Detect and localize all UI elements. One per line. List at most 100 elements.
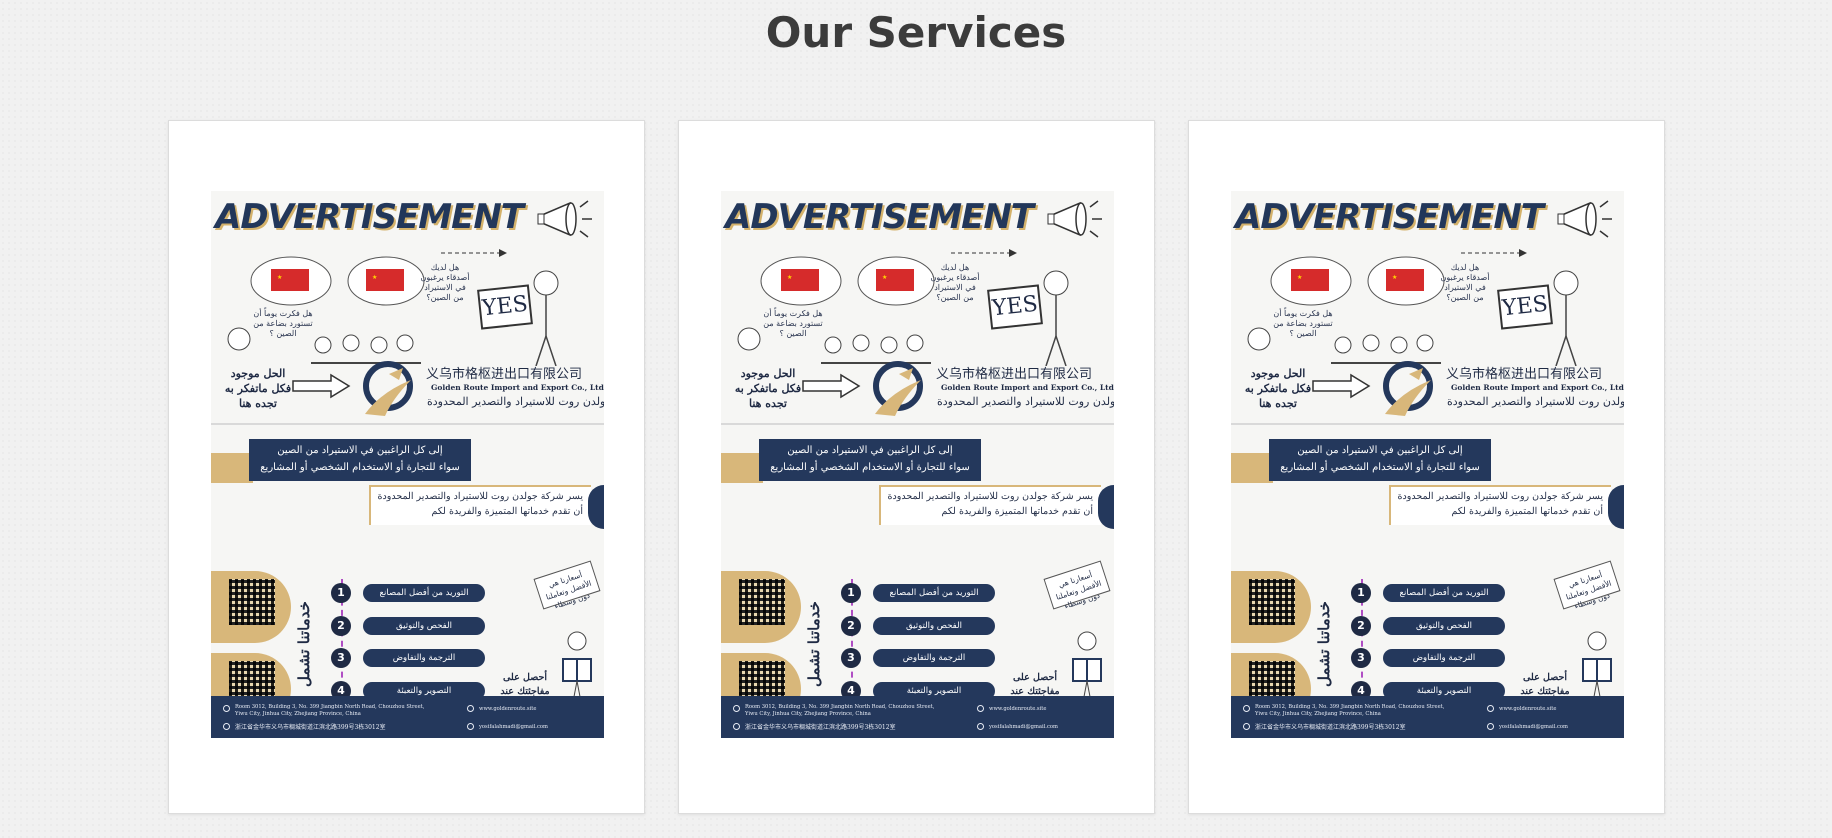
- intro-line-1: يسر شركة جولدن روت للاستيراد والتصدير ال…: [1397, 491, 1603, 502]
- company-logo-icon: [1383, 361, 1433, 416]
- email-icon: [977, 723, 984, 730]
- footer-address: Room 3012, Building 3, No. 399 Jiangbin …: [235, 704, 425, 717]
- qr-code-icon: [229, 579, 275, 625]
- intro-line-2: أن تقدم خدماتها المتميزة والفريدة لكم: [431, 506, 583, 517]
- svg-text:★: ★: [1392, 274, 1397, 281]
- company-name-en: Golden Route Import and Export Co., Ltd.: [941, 383, 1114, 392]
- step-number: 3: [1351, 648, 1371, 668]
- intro-cap: [1608, 485, 1624, 529]
- yes-sign: YES: [477, 284, 533, 330]
- company-logo-icon: [363, 361, 413, 416]
- step-number: 2: [841, 616, 861, 636]
- globe-icon: [467, 705, 474, 712]
- banner-line-1: إلى كل الراغبين في الاستيراد من الصين: [277, 445, 443, 456]
- svg-text:★: ★: [277, 274, 282, 281]
- location-icon: [223, 723, 230, 730]
- gold-band: [721, 453, 763, 483]
- footer-email: yosifalahmadi@gmail.com: [479, 724, 548, 730]
- service-card-3[interactable]: ADVERTISEMENT ★ ★ هل فكرت يوماً أن تستور…: [1188, 120, 1665, 814]
- step-number: 1: [841, 583, 861, 603]
- email-icon: [1487, 723, 1494, 730]
- step-label: الترجمة والتفاوض: [363, 649, 485, 667]
- svg-text:★: ★: [882, 274, 887, 281]
- intro-box: يسر شركة جولدن روت للاستيراد والتصدير ال…: [369, 485, 591, 525]
- intro-banner: إلى كل الراغبين في الاستيراد من الصين سو…: [1269, 439, 1491, 481]
- intro-line-2: أن تقدم خدماتها المتميزة والفريدة لكم: [1451, 506, 1603, 517]
- location-icon: [223, 705, 230, 712]
- arrow-right-icon: [292, 373, 351, 399]
- people-illustration: ★ ★: [1247, 249, 1579, 366]
- qr-panel: [1231, 571, 1311, 643]
- step-number: 1: [1351, 583, 1371, 603]
- intro-box: يسر شركة جولدن روت للاستيراد والتصدير ال…: [1389, 485, 1611, 525]
- megaphone-icon: [1557, 200, 1612, 238]
- bubble-text-right: هل لديك أصدقاء يرغبون في الاستيراد من ال…: [420, 263, 470, 302]
- step-number: 3: [841, 648, 861, 668]
- step-label: التوريد من أفضل المصانع: [363, 584, 485, 602]
- step-number: 3: [331, 648, 351, 668]
- service-card-2[interactable]: ADVERTISEMENT ★ ★ هل فكرت يوماً أن تستور…: [678, 120, 1155, 814]
- location-icon: [1243, 705, 1250, 712]
- banner-line-1: إلى كل الراغبين في الاستيراد من الصين: [1297, 445, 1463, 456]
- poster-headline: ADVERTISEMENT: [215, 197, 524, 237]
- bubble-text-left: هل فكرت يوماً أن تستورد بضاعة من الصين ؟: [763, 309, 823, 338]
- company-name-ar: جولدن روت للاستيراد والتصدير المحدودة: [1447, 395, 1624, 408]
- step-label: الفحص والتوثيق: [1383, 617, 1505, 635]
- qr-code-icon: [1249, 579, 1295, 625]
- svg-text:★: ★: [1297, 274, 1302, 281]
- location-icon: [1243, 723, 1250, 730]
- best-price-tag: أسعارنا هي الأفضل وتعاملنا دون وسطاء: [1553, 560, 1621, 611]
- step-label: التوريد من أفضل المصانع: [1383, 584, 1505, 602]
- footer-website: www.goldenroute.site: [989, 706, 1047, 712]
- company-name-ar: جولدن روت للاستيراد والتصدير المحدودة: [937, 395, 1114, 408]
- qr-panel: [211, 571, 291, 643]
- people-illustration: ★ ★: [227, 249, 559, 366]
- yes-sign: YES: [987, 284, 1043, 330]
- intro-line-2: أن تقدم خدماتها المتميزة والفريدة لكم: [941, 506, 1093, 517]
- location-icon: [733, 723, 740, 730]
- gold-band: [1231, 453, 1273, 483]
- footer-address-cn: 浙江省金华市义乌市稠城街道江滨北路399号3栋3012室: [745, 724, 896, 731]
- footer-email: yosifalahmadi@gmail.com: [1499, 724, 1568, 730]
- intro-cap: [1098, 485, 1114, 529]
- location-icon: [733, 705, 740, 712]
- intro-banner: إلى كل الراغبين في الاستيراد من الصين سو…: [249, 439, 471, 481]
- bubble-text-right: هل لديك أصدقاء يرغبون في الاستيراد من ال…: [1440, 263, 1490, 302]
- advertisement-poster[interactable]: ADVERTISEMENT ★ ★ هل فكرت يوماً أن تستور…: [211, 191, 604, 738]
- company-name-cn: 义乌市格枢进出口有限公司: [936, 367, 1093, 382]
- megaphone-icon: [1047, 200, 1102, 238]
- company-name-en: Golden Route Import and Export Co., Ltd.: [431, 383, 604, 392]
- yes-sign: YES: [1497, 284, 1553, 330]
- arrow-right-icon: [1312, 373, 1371, 399]
- intro-line-1: يسر شركة جولدن روت للاستيراد والتصدير ال…: [377, 491, 583, 502]
- page-title: Our Services: [765, 8, 1067, 57]
- solution-text: الحل موجود فكل ماتفكر به تجده هنا: [734, 367, 802, 410]
- divider: [211, 423, 604, 425]
- bubble-text-right: هل لديك أصدقاء يرغبون في الاستيراد من ال…: [930, 263, 980, 302]
- footer-address-cn: 浙江省金华市义乌市稠城街道江滨北路399号3栋3012室: [235, 724, 386, 731]
- banner-line-2: سواء للتجارة أو الاستخدام الشخصي أو المش…: [770, 462, 970, 473]
- people-illustration: ★ ★: [737, 249, 1069, 366]
- advertisement-poster[interactable]: ADVERTISEMENT ★ ★ هل فكرت يوماً أن تستور…: [1231, 191, 1624, 738]
- globe-icon: [977, 705, 984, 712]
- footer-address: Room 3012, Building 3, No. 399 Jiangbin …: [745, 704, 935, 717]
- footer-address-cn: 浙江省金华市义乌市稠城街道江滨北路399号3栋3012室: [1255, 724, 1406, 731]
- svg-text:★: ★: [372, 274, 377, 281]
- divider: [721, 423, 1114, 425]
- divider: [1231, 423, 1624, 425]
- poster-headline: ADVERTISEMENT: [725, 197, 1034, 237]
- intro-cap: [588, 485, 604, 529]
- step-number: 2: [1351, 616, 1371, 636]
- megaphone-icon: [537, 200, 592, 238]
- bubble-text-left: هل فكرت يوماً أن تستورد بضاعة من الصين ؟: [1273, 309, 1333, 338]
- solution-text: الحل موجود فكل ماتفكر به تجده هنا: [1244, 367, 1312, 410]
- advertisement-poster[interactable]: ADVERTISEMENT ★ ★ هل فكرت يوماً أن تستور…: [721, 191, 1114, 738]
- service-card-1[interactable]: ADVERTISEMENT ★ ★ هل فكرت يوماً أن تستور…: [168, 120, 645, 814]
- intro-box: يسر شركة جولدن روت للاستيراد والتصدير ال…: [879, 485, 1101, 525]
- company-name-cn: 义乌市格枢进出口有限公司: [426, 367, 583, 382]
- company-name-cn: 义乌市格枢进出口有限公司: [1446, 367, 1603, 382]
- footer-address: Room 3012, Building 3, No. 399 Jiangbin …: [1255, 704, 1445, 717]
- arrow-right-icon: [802, 373, 861, 399]
- svg-text:★: ★: [787, 274, 792, 281]
- poster-footer: Room 3012, Building 3, No. 399 Jiangbin …: [721, 696, 1114, 738]
